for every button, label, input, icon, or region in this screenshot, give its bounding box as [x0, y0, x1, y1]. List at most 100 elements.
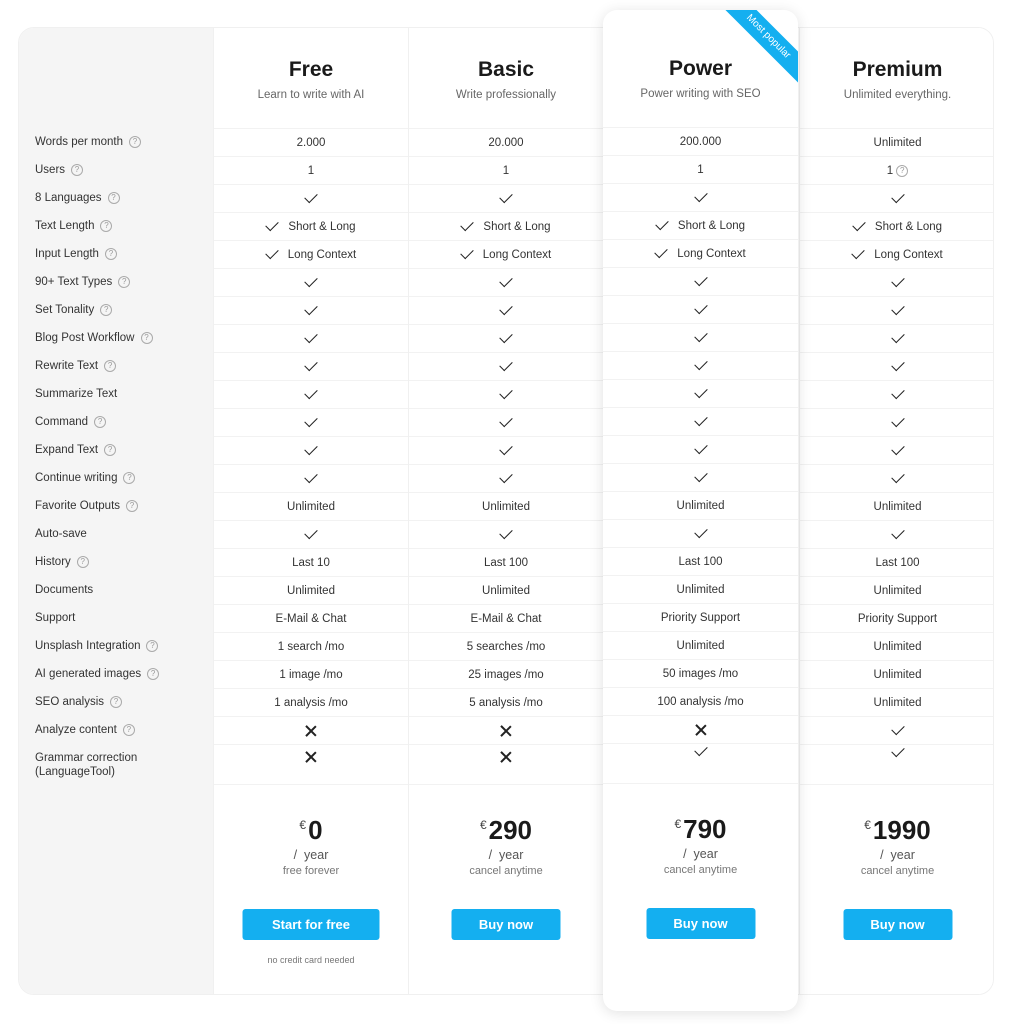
feature-cell: E-Mail & Chat: [409, 604, 603, 632]
feature-cell: [800, 296, 993, 324]
feature-label: Summarize Text: [35, 388, 118, 400]
feature-label: Analyze content: [35, 724, 117, 736]
feature-label-row: Expand Text?: [35, 436, 209, 464]
feature-label-row: AI generated images?: [35, 660, 209, 688]
check-icon: [852, 217, 866, 232]
feature-cell: [800, 352, 993, 380]
cross-icon: [500, 751, 512, 763]
plan-header: Premium Unlimited everything.: [800, 58, 993, 101]
feature-label: Rewrite Text: [35, 360, 99, 372]
feature-cell: 50 images /mo: [603, 659, 798, 687]
check-icon: [265, 245, 279, 260]
billing-period: / year: [488, 848, 524, 862]
feature-value: Unlimited: [873, 500, 922, 513]
feature-cell: Short & Long: [214, 212, 408, 240]
feature-value: Long Context: [482, 248, 552, 261]
help-icon[interactable]: ?: [110, 696, 123, 708]
help-icon[interactable]: ?: [100, 304, 113, 316]
buy-now-button-premium[interactable]: Buy now: [843, 909, 952, 940]
feature-cell: Unlimited: [603, 491, 798, 519]
help-icon[interactable]: ?: [104, 444, 117, 456]
feature-cell: 2.000: [214, 128, 408, 156]
feature-cell: [214, 744, 408, 785]
billing-period: / year: [293, 848, 329, 862]
feature-cell: Unlimited: [800, 576, 993, 604]
feature-label-row: Command?: [35, 408, 209, 436]
feature-label: Command: [35, 416, 89, 428]
feature-cell: [214, 464, 408, 492]
help-icon[interactable]: ?: [71, 164, 84, 176]
help-icon[interactable]: ?: [118, 276, 131, 288]
help-icon[interactable]: ?: [104, 360, 117, 372]
feature-cell: Priority Support: [603, 603, 798, 631]
check-icon: [499, 273, 513, 288]
check-icon: [499, 189, 513, 204]
help-icon[interactable]: ?: [76, 556, 89, 568]
feature-value: Last 100: [678, 555, 723, 568]
feature-value: E-Mail & Chat: [275, 612, 347, 625]
feature-cell: 5 searches /mo: [409, 632, 603, 660]
feature-value: Unlimited: [873, 696, 922, 709]
plan-header: Power Power writing with SEO: [603, 57, 798, 100]
check-icon: [499, 525, 513, 540]
feature-cell: Long Context: [214, 240, 408, 268]
feature-cell: [409, 408, 603, 436]
feature-value: Short & Long: [874, 220, 943, 233]
price: €290: [409, 815, 603, 846]
feature-cell: 25 images /mo: [409, 660, 603, 688]
help-icon[interactable]: ?: [146, 640, 159, 652]
plan-column-basic: Basic Write professionally 20.000 1 Short & …: [408, 28, 603, 994]
help-icon[interactable]: ?: [100, 220, 113, 232]
check-icon: [693, 440, 708, 455]
help-icon[interactable]: ?: [94, 416, 107, 428]
cross-icon: [500, 725, 512, 737]
feature-cell: [214, 436, 408, 464]
feature-label-row: Auto-save: [35, 520, 209, 548]
feature-value: 1: [307, 164, 315, 177]
help-icon[interactable]: ?: [122, 724, 135, 736]
help-icon[interactable]: ?: [129, 136, 141, 148]
plan-name: Free: [288, 58, 334, 81]
feature-label-row: 90+ Text Types?: [35, 268, 209, 296]
feature-label: AI generated images: [35, 668, 142, 680]
feature-label: Set Tonality: [35, 304, 95, 316]
check-icon: [890, 385, 905, 400]
feature-label-row: Set Tonality?: [35, 296, 209, 324]
help-icon[interactable]: ?: [147, 668, 160, 680]
check-icon: [890, 357, 905, 372]
check-icon: [499, 469, 513, 484]
feature-value: Unlimited: [287, 584, 335, 597]
feature-cell: [214, 184, 408, 212]
plan-subtitle: Unlimited everything.: [843, 89, 952, 101]
buy-now-button-power[interactable]: Buy now: [646, 908, 755, 939]
feature-cell: Unlimited: [214, 492, 408, 520]
feature-cell: [214, 380, 408, 408]
currency-symbol: €: [479, 818, 487, 832]
feature-label-row: Blog Post Workflow?: [35, 324, 209, 352]
feature-cell: 200.000: [603, 127, 798, 155]
feature-cell: Last 100: [603, 547, 798, 575]
feature-value: E-Mail & Chat: [470, 612, 542, 625]
help-icon[interactable]: ?: [896, 164, 909, 177]
check-icon: [304, 273, 318, 288]
price-block: €1990 / year cancel anytime: [800, 815, 993, 877]
check-icon: [693, 272, 708, 287]
feature-value: Unlimited: [482, 584, 530, 597]
feature-cell: [214, 324, 408, 352]
start-for-free-button[interactable]: Start for free: [242, 909, 380, 940]
feature-label: Words per month: [35, 136, 123, 148]
plan-column-free: Free Learn to write with AI 2.000 1 Short & …: [213, 28, 408, 994]
help-icon[interactable]: ?: [107, 192, 120, 204]
help-icon[interactable]: ?: [104, 248, 117, 260]
help-icon[interactable]: ?: [126, 500, 139, 512]
currency-symbol: €: [299, 818, 307, 832]
feature-cell: [214, 352, 408, 380]
check-icon: [890, 721, 905, 736]
feature-label: Unsplash Integration: [35, 640, 141, 652]
buy-now-button-basic[interactable]: Buy now: [451, 909, 561, 940]
help-icon[interactable]: ?: [123, 472, 136, 484]
feature-value: 20.000: [488, 136, 524, 149]
feature-cell: 1: [214, 156, 408, 184]
feature-cell: [409, 436, 603, 464]
help-icon[interactable]: ?: [140, 332, 153, 344]
